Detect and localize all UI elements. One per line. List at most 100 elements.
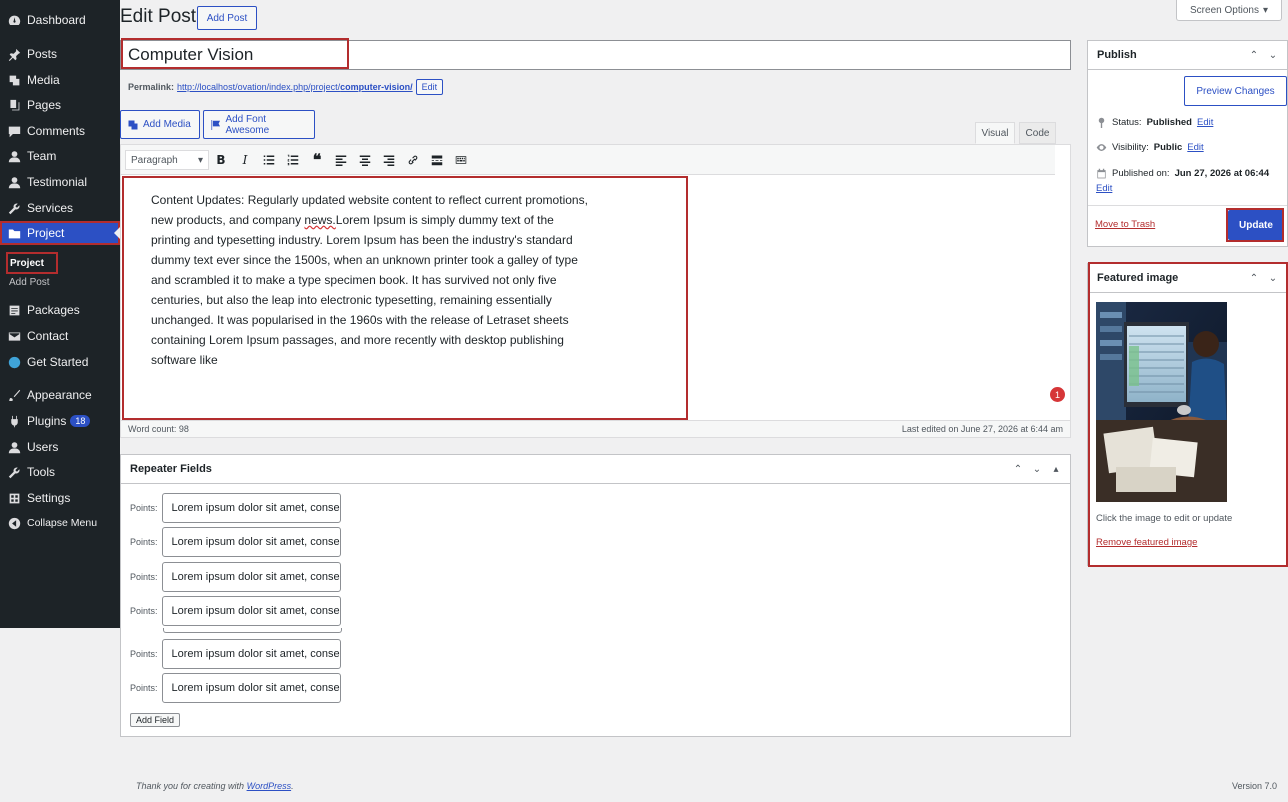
visibility-label: Visibility: xyxy=(1112,142,1149,153)
move-down-icon[interactable]: ⌄ xyxy=(1267,49,1279,61)
wordpress-link[interactable]: WordPress xyxy=(247,781,292,791)
move-up-icon[interactable]: ⌃ xyxy=(1012,463,1024,475)
align-left-button[interactable] xyxy=(329,149,353,171)
page-title: Edit Post xyxy=(120,6,197,27)
notification-badge[interactable]: 1 xyxy=(1050,387,1065,402)
user-icon xyxy=(7,149,21,163)
menu-services[interactable]: Services xyxy=(0,196,120,220)
repeater-row: Points: Lorem ipsum dolor sit amet, conse… xyxy=(130,527,341,557)
points-input[interactable]: Lorem ipsum dolor sit amet, consectetur xyxy=(161,527,341,557)
menu-contact[interactable]: Contact xyxy=(0,324,120,348)
bold-button[interactable]: B xyxy=(209,149,233,171)
move-to-trash-link[interactable]: Move to Trash xyxy=(1095,219,1155,230)
menu-get-started[interactable]: Get Started xyxy=(0,350,120,374)
submenu-add-post[interactable]: Add Post xyxy=(9,277,129,288)
visibility-edit-link[interactable]: Edit xyxy=(1187,142,1203,153)
menu-dashboard[interactable]: Dashboard xyxy=(0,8,120,32)
add-media-label: Add Media xyxy=(143,119,191,130)
add-media-button[interactable]: Add Media xyxy=(120,110,200,139)
points-input[interactable]: Lorem ipsum dolor sit amet, consectetur xyxy=(161,673,341,703)
numbered-list-button[interactable] xyxy=(281,149,305,171)
plugins-update-badge: 18 xyxy=(70,415,91,427)
points-input[interactable]: Lorem ipsum dolor sit amet, consectetur xyxy=(161,493,341,523)
published-value: Jun 27, 2026 at 06:44 xyxy=(1174,168,1270,179)
permalink: Permalink: http://localhost/ovation/inde… xyxy=(128,79,444,95)
tab-code[interactable]: Code xyxy=(1019,122,1056,144)
repeater-row: Points: Lorem ipsum dolor sit amet, conse… xyxy=(130,673,341,703)
menu-testimonial[interactable]: Testimonial xyxy=(0,170,120,194)
move-up-icon[interactable]: ⌃ xyxy=(1248,272,1260,284)
menu-label: Testimonial xyxy=(27,175,88,189)
add-post-button[interactable]: Add Post xyxy=(197,6,257,30)
add-font-awesome-button[interactable]: Add Font Awesome xyxy=(203,110,315,139)
menu-posts[interactable]: Posts xyxy=(0,42,120,66)
menu-plugins[interactable]: Plugins 18 xyxy=(0,409,120,433)
align-center-icon xyxy=(359,155,371,166)
wrench-icon xyxy=(7,201,21,215)
read-more-button[interactable] xyxy=(425,149,449,171)
status-edit-link[interactable]: Edit xyxy=(1197,117,1213,128)
screen-options-button[interactable]: Screen Options ▾ xyxy=(1176,0,1282,21)
featured-image-thumbnail[interactable] xyxy=(1096,302,1227,502)
status-row: Status: Published Edit xyxy=(1096,117,1213,128)
menu-appearance[interactable]: Appearance xyxy=(0,383,120,407)
repeater-row: Points: Lorem ipsum dolor sit amet, conse… xyxy=(130,596,341,626)
read-more-icon xyxy=(431,155,443,166)
menu-settings[interactable]: Settings xyxy=(0,486,120,510)
add-field-button[interactable]: Add Field xyxy=(130,713,181,727)
menu-comments[interactable]: Comments xyxy=(0,119,120,143)
keyboard-icon xyxy=(455,156,467,164)
points-label: Points: xyxy=(130,572,158,582)
points-input[interactable]: Lorem ipsum dolor sit amet, consectetur xyxy=(161,639,341,669)
menu-tools[interactable]: Tools xyxy=(0,460,120,484)
menu-label: Settings xyxy=(27,491,71,505)
menu-pages[interactable]: Pages xyxy=(0,93,120,117)
menu-media[interactable]: Media xyxy=(0,68,120,92)
points-input[interactable]: Lorem ipsum dolor sit amet, consectetur xyxy=(161,596,341,626)
italic-button[interactable]: I xyxy=(233,149,257,171)
menu-users[interactable]: Users xyxy=(0,435,120,459)
content-text: Lorem Ipsum is simply dummy text of the … xyxy=(151,213,578,367)
submenu-project[interactable]: Project xyxy=(6,252,58,274)
menu-project[interactable]: Project xyxy=(0,221,120,245)
points-input[interactable]: Lorem ipsum dolor sit amet, consectetur xyxy=(161,562,341,592)
remove-featured-image-link[interactable]: Remove featured image xyxy=(1096,537,1197,548)
status-value: Published xyxy=(1146,117,1192,128)
permalink-link[interactable]: http://localhost/ovation/index.php/proje… xyxy=(177,82,413,92)
menu-label: Get Started xyxy=(27,355,89,369)
update-button[interactable]: Update xyxy=(1228,210,1284,240)
editor-content[interactable]: Content Updates: Regularly updated websi… xyxy=(151,190,591,370)
move-down-icon[interactable]: ⌄ xyxy=(1031,463,1043,475)
move-up-icon[interactable]: ⌃ xyxy=(1248,49,1260,61)
pages-icon xyxy=(7,98,21,112)
publish-divider xyxy=(1088,205,1287,206)
menu-label: Team xyxy=(27,149,57,163)
eye-icon xyxy=(1096,144,1107,151)
menu-collapse[interactable]: Collapse Menu xyxy=(0,511,120,535)
preview-changes-button[interactable]: Preview Changes xyxy=(1184,76,1287,106)
menu-team[interactable]: Team xyxy=(0,144,120,168)
bullet-list-button[interactable] xyxy=(257,149,281,171)
plug-icon xyxy=(7,414,21,428)
menu-label: Project xyxy=(27,226,65,240)
menu-packages[interactable]: Packages xyxy=(0,298,120,322)
user-icon xyxy=(7,175,21,189)
align-center-button[interactable] xyxy=(353,149,377,171)
toolbar-toggle-button[interactable] xyxy=(449,149,473,171)
move-down-icon[interactable]: ⌄ xyxy=(1267,272,1279,284)
tab-visual[interactable]: Visual xyxy=(975,122,1015,144)
insert-link-button[interactable] xyxy=(401,149,425,171)
misspelled-word: news. xyxy=(304,213,336,227)
toggle-panel-icon[interactable]: ▴ xyxy=(1050,463,1062,475)
post-title-input[interactable]: Computer Vision xyxy=(120,40,1071,70)
blockquote-button[interactable]: ❝ xyxy=(305,149,329,171)
repeater-header: Repeater Fields ⌃ ⌄ ▴ xyxy=(121,455,1070,484)
published-edit-link[interactable]: Edit xyxy=(1096,183,1112,194)
points-label: Points: xyxy=(130,537,158,547)
flag-icon xyxy=(211,119,221,130)
published-row: Published on: Jun 27, 2026 at 06:44 xyxy=(1096,168,1269,179)
format-select[interactable]: Paragraph ▾ xyxy=(125,150,209,170)
align-right-button[interactable] xyxy=(377,149,401,171)
permalink-slug: computer-vision/ xyxy=(340,82,413,92)
permalink-edit-button[interactable]: Edit xyxy=(415,79,444,95)
